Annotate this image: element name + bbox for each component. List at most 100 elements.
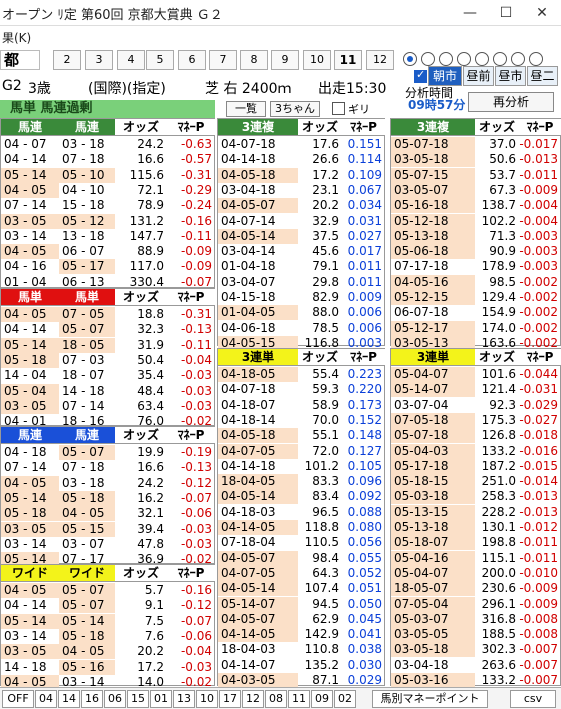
table-row[interactable]: 04-14-18 26.6 0.114	[218, 152, 386, 167]
umaren2-header-2[interactable]: 馬連	[59, 427, 115, 444]
table-row[interactable]: 05-04-07 200.0 -0.010	[391, 565, 561, 581]
umaren2-header-1[interactable]: 馬連	[1, 427, 59, 444]
table-row[interactable]: 04 - 14 07 - 18 16.6 -0.57	[1, 152, 216, 167]
table-row[interactable]: 05-04-03 133.2 -0.016	[391, 443, 561, 459]
table-row[interactable]: 04-15-18 82.9 0.009	[218, 290, 386, 305]
tab-hiruichi[interactable]: 昼市	[495, 66, 526, 86]
table-row[interactable]: 04-14-05 118.8 0.080	[218, 520, 386, 535]
table-row[interactable]: 05-03-07 316.8 -0.008	[391, 611, 561, 627]
race-button-8[interactable]: 8	[240, 50, 268, 70]
horse-button-11[interactable]: 11	[288, 690, 310, 708]
table-row[interactable]: 05 - 04 14 - 18 48.4 -0.03	[1, 383, 216, 399]
table-row[interactable]: 04-07-05 64.3 0.052	[218, 565, 386, 581]
table-row[interactable]: 05-12-18 102.2 -0.004	[391, 213, 561, 229]
umatan-header-1[interactable]: 馬単	[1, 289, 59, 306]
table-row[interactable]: 04-18-07 58.9 0.173	[218, 398, 386, 413]
table-row[interactable]: 04-07-18 17.6 0.151	[218, 137, 386, 152]
table-row[interactable]: 04 - 05 07 - 05 18.8 -0.31	[1, 307, 216, 322]
horse-button-12[interactable]: 12	[242, 690, 264, 708]
table-row[interactable]: 04 - 14 05 - 07 9.1 -0.12	[1, 598, 216, 614]
radio-3[interactable]	[439, 52, 453, 66]
maximize-icon[interactable]: ☐	[488, 0, 524, 26]
umaren2-header-4[interactable]: ﾏﾈｰP	[167, 427, 215, 444]
horse-button-04[interactable]: 04	[35, 690, 57, 708]
table-row[interactable]: 05-17-18 187.2 -0.015	[391, 458, 561, 474]
horse-button-06[interactable]: 06	[104, 690, 126, 708]
table-row[interactable]: 04-06-18 78.5 0.006	[218, 321, 386, 336]
radio-5[interactable]	[475, 52, 489, 66]
horse-money-point-button[interactable]: 馬別マネーポイント	[372, 690, 488, 708]
table-row[interactable]: 14 - 04 18 - 07 35.4 -0.03	[1, 368, 216, 383]
table-row[interactable]: 03-04-14 45.6 0.017	[218, 244, 386, 259]
table-row[interactable]: 05-14-07 94.5 0.050	[218, 596, 386, 612]
table-row[interactable]: 04-05-18 55.1 0.148	[218, 428, 386, 444]
race-button-10[interactable]: 10	[303, 50, 331, 70]
fuku3-header-1[interactable]: 3連複	[218, 119, 298, 136]
table-row[interactable]: 05-03-18 258.3 -0.013	[391, 489, 561, 505]
umaren-header-2[interactable]: 馬連	[59, 119, 115, 136]
table-row[interactable]: 04 - 18 05 - 07 19.9 -0.19	[1, 445, 216, 460]
table-row[interactable]: 05 - 14 05 - 10 115.6 -0.31	[1, 167, 216, 183]
horse-button-08[interactable]: 08	[265, 690, 287, 708]
table-row[interactable]: 03-05-18 302.3 -0.007	[391, 642, 561, 658]
csv-button[interactable]: csv	[510, 690, 556, 708]
horse-button-13[interactable]: 13	[173, 690, 195, 708]
table-row[interactable]: 07 - 14 07 - 18 16.6 -0.13	[1, 460, 216, 475]
table-row[interactable]: 18-04-05 83.3 0.096	[218, 474, 386, 490]
table-row[interactable]: 07-05-04 296.1 -0.009	[391, 596, 561, 612]
table-row[interactable]: 05-07-15 53.7 -0.011	[391, 167, 561, 183]
table-row[interactable]: 03-05-07 67.3 -0.009	[391, 182, 561, 198]
table-row[interactable]: 04-05-14 37.5 0.027	[218, 228, 386, 244]
race-button-6[interactable]: 6	[178, 50, 206, 70]
off-button[interactable]: OFF	[2, 690, 34, 708]
umaren-header-4[interactable]: ﾏﾈｰP	[167, 119, 215, 136]
table-row[interactable]: 04-14-07 135.2 0.030	[218, 658, 386, 673]
table-row[interactable]: 05 - 14 05 - 14 7.5 -0.07	[1, 613, 216, 629]
table-row[interactable]: 04-05-18 17.2 0.109	[218, 167, 386, 183]
radio-4[interactable]	[457, 52, 471, 66]
table-row[interactable]: 05-12-17 174.0 -0.002	[391, 320, 561, 336]
table-row[interactable]: 05-06-18 90.9 -0.003	[391, 244, 561, 260]
tan3b-header-3[interactable]: ﾏﾈｰP	[519, 349, 561, 366]
venue-field[interactable]: 都	[0, 50, 40, 70]
fuku3-header-3[interactable]: ﾏﾈｰP	[342, 119, 385, 136]
table-row[interactable]: 05-07-18 37.0 -0.017	[391, 137, 561, 152]
umaren2-header-3[interactable]: オッズ	[115, 427, 167, 444]
radio-6[interactable]	[493, 52, 507, 66]
asa-checkbox[interactable]	[414, 68, 427, 83]
tan3-header-2[interactable]: オッズ	[298, 349, 342, 366]
table-row[interactable]: 03 - 05 07 - 14 63.4 -0.03	[1, 398, 216, 414]
table-row[interactable]: 04-05-14 107.4 0.051	[218, 581, 386, 597]
table-row[interactable]: 04-07-05 72.0 0.127	[218, 443, 386, 459]
table-row[interactable]: 05-16-18 138.7 -0.004	[391, 198, 561, 214]
tab-hiruni[interactable]: 昼二	[527, 66, 558, 86]
table-row[interactable]: 04 - 05 06 - 07 88.9 -0.09	[1, 244, 216, 260]
umatan-header-3[interactable]: オッズ	[115, 289, 167, 306]
table-row[interactable]: 03 - 14 13 - 18 147.7 -0.11	[1, 229, 216, 244]
table-row[interactable]: 03-05-18 50.6 -0.013	[391, 152, 561, 168]
wide-header-4[interactable]: ﾏﾈｰP	[167, 565, 215, 582]
table-row[interactable]: 04-18-03 96.5 0.088	[218, 505, 386, 520]
horse-button-17[interactable]: 17	[219, 690, 241, 708]
table-row[interactable]: 04 - 07 03 - 18 24.2 -0.63	[1, 137, 216, 152]
close-icon[interactable]: ✕	[524, 0, 560, 26]
table-row[interactable]: 05-13-18 130.1 -0.012	[391, 520, 561, 535]
table-row[interactable]: 03-07-04 92.3 -0.029	[391, 398, 561, 413]
table-row[interactable]: 04-14-18 101.2 0.105	[218, 459, 386, 474]
umatan-header-4[interactable]: ﾏﾈｰP	[167, 289, 215, 306]
wide-header-2[interactable]: ワイド	[59, 565, 115, 582]
table-row[interactable]: 04-18-14 70.0 0.152	[218, 413, 386, 428]
tan3b-header-2[interactable]: オッズ	[475, 349, 519, 366]
table-row[interactable]: 05-04-16 115.1 -0.011	[391, 550, 561, 566]
table-row[interactable]: 05-07-18 126.8 -0.018	[391, 428, 561, 444]
reanalyze-button[interactable]: 再分析	[468, 92, 554, 112]
menu-item-result[interactable]: 果(K)	[2, 29, 31, 46]
race-button-5[interactable]: 5	[146, 50, 174, 70]
table-row[interactable]: 07-05-18 175.3 -0.027	[391, 412, 561, 428]
table-row[interactable]: 05-04-07 101.6 -0.044	[391, 367, 561, 382]
table-row[interactable]: 14 - 18 05 - 16 17.2 -0.03	[1, 659, 216, 675]
table-row[interactable]: 18-04-03 110.8 0.038	[218, 642, 386, 657]
tan3b-header-1[interactable]: 3連単	[391, 349, 475, 366]
horse-button-14[interactable]: 14	[58, 690, 80, 708]
horse-button-16[interactable]: 16	[81, 690, 103, 708]
